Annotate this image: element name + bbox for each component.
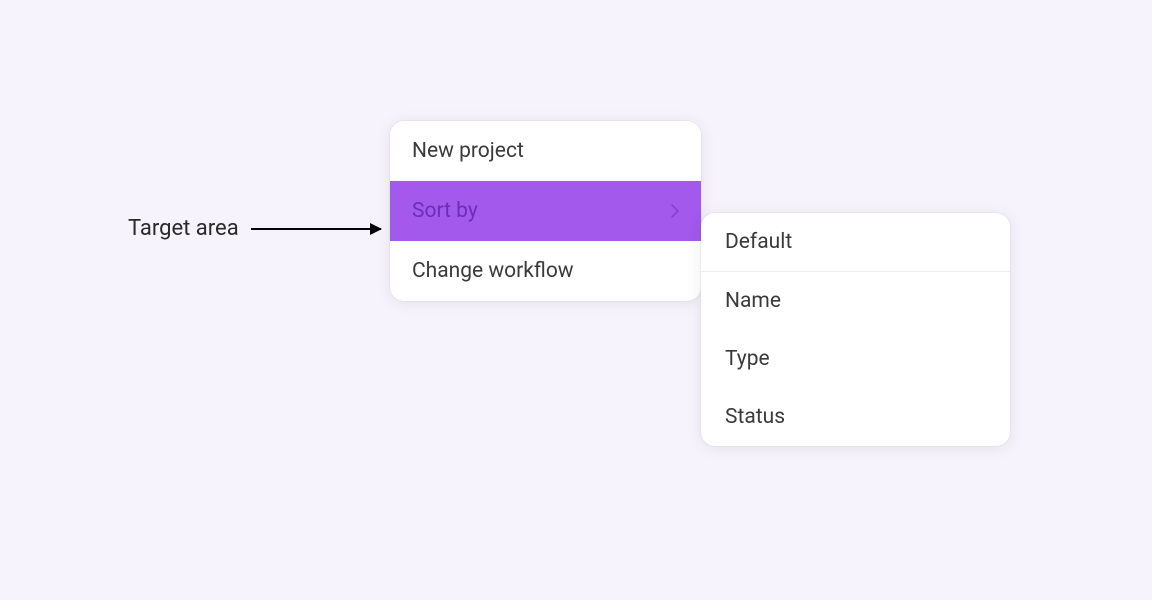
submenu-item-label: Default — [725, 230, 792, 254]
sort-by-submenu: Default Name Type Status — [701, 213, 1010, 446]
submenu-item-label: Type — [725, 347, 770, 371]
chevron-right-icon — [671, 204, 679, 218]
submenu-item-label: Name — [725, 289, 781, 313]
menu-item-new-project[interactable]: New project — [390, 121, 701, 181]
arrow-icon — [251, 228, 381, 230]
submenu-item-default[interactable]: Default — [701, 213, 1010, 272]
menu-item-sort-by[interactable]: Sort by — [390, 181, 701, 241]
menu-item-label: New project — [412, 139, 524, 163]
menu-item-label: Change workflow — [412, 259, 574, 283]
submenu-item-status[interactable]: Status — [701, 388, 1010, 446]
target-area-annotation: Target area — [128, 216, 381, 241]
submenu-item-name[interactable]: Name — [701, 272, 1010, 330]
context-menu: New project Sort by Change workflow — [390, 121, 701, 301]
submenu-item-type[interactable]: Type — [701, 330, 1010, 388]
menu-item-change-workflow[interactable]: Change workflow — [390, 241, 701, 301]
menu-item-label: Sort by — [412, 199, 478, 223]
submenu-item-label: Status — [725, 405, 785, 429]
annotation-label: Target area — [128, 216, 239, 241]
